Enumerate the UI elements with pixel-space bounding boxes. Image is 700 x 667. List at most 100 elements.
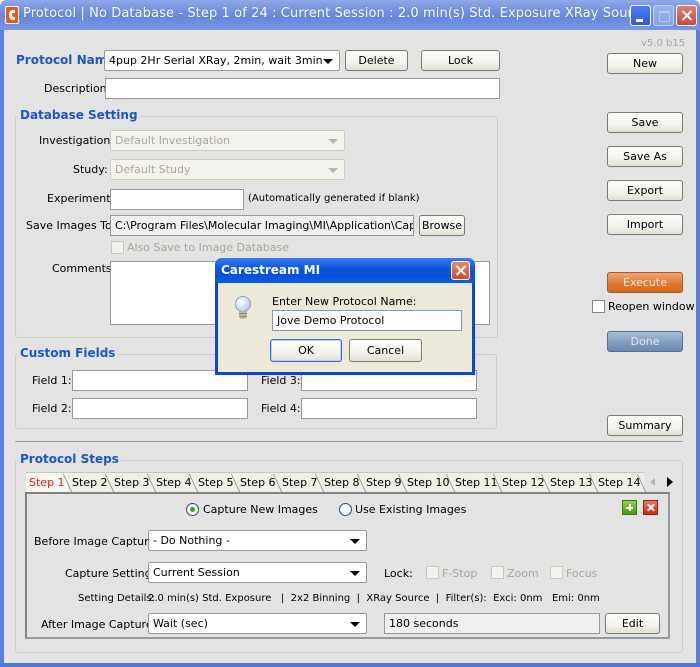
tab-step-1[interactable]: Step 1	[26, 472, 68, 492]
lock-zoom-label: Zoom	[507, 567, 539, 580]
dialog-title: Carestream MI	[221, 263, 321, 277]
add-step-icon[interactable]	[622, 500, 637, 515]
use-existing-label: Use Existing Images	[355, 503, 467, 516]
experiment-hint: (Automatically generated if blank)	[248, 193, 420, 204]
before-capture-value: - Do Nothing -	[153, 534, 230, 547]
remove-step-icon[interactable]	[643, 500, 658, 515]
database-setting-title: Database Setting	[18, 108, 140, 122]
execute-button[interactable]: Execute	[607, 272, 683, 293]
title-bar[interactable]: Protocol | No Database - Step 1 of 24 : …	[0, 0, 700, 30]
maximize-button[interactable]	[653, 5, 674, 26]
experiment-label: Experiment:	[47, 192, 115, 205]
save-as-button[interactable]: Save As	[607, 146, 683, 167]
new-button[interactable]: New	[607, 53, 683, 74]
use-existing-radio[interactable]	[339, 503, 352, 516]
also-save-label: Also Save to Image Database	[127, 241, 290, 254]
ok-label: OK	[298, 344, 314, 357]
window-border-bottom	[0, 663, 700, 667]
capture-setting-value: Current Session	[153, 566, 240, 579]
study-value: Default Study	[115, 163, 191, 176]
carestream-app-icon	[5, 6, 19, 24]
tab-scroll-right-icon[interactable]	[667, 477, 673, 487]
before-capture-label: Before Image Capture:	[34, 535, 159, 548]
new-label: New	[633, 57, 657, 70]
tab-scroll-left-icon[interactable]	[650, 478, 655, 486]
dialog-ok-button[interactable]: OK	[270, 339, 342, 362]
field-2-input[interactable]	[72, 398, 248, 419]
browse-button[interactable]: Browse	[419, 215, 465, 236]
import-label: Import	[626, 218, 664, 231]
dialog-body: Enter New Protocol Name: Jove Demo Proto…	[218, 283, 472, 372]
capture-new-radio[interactable]	[186, 503, 199, 516]
tab-step-14[interactable]: Step 14	[595, 472, 644, 492]
dialog-prompt: Enter New Protocol Name:	[272, 295, 417, 308]
also-save-checkbox[interactable]	[111, 241, 124, 254]
setting-details-value: 2.0 min(s) Std. Exposure | 2x2 Binning |…	[148, 593, 600, 604]
lock-fstop-checkbox[interactable]	[426, 566, 439, 579]
import-button[interactable]: Import	[607, 214, 683, 235]
edit-button[interactable]: Edit	[605, 613, 660, 634]
setting-details-label: Setting Details:	[78, 593, 156, 604]
dialog-title-bar[interactable]: Carestream MI	[215, 258, 475, 283]
lock-label: Lock	[447, 54, 474, 67]
bulb-glass	[235, 296, 251, 312]
save-as-label: Save As	[623, 150, 667, 163]
after-capture-dropdown[interactable]: Wait (sec)	[148, 613, 367, 634]
export-label: Export	[626, 184, 663, 197]
save-images-path[interactable]: C:\Program Files\Molecular Imaging\MI\Ap…	[110, 215, 414, 236]
lock-zoom-checkbox[interactable]	[491, 566, 504, 579]
study-dropdown[interactable]: Default Study	[110, 159, 345, 180]
after-capture-detail: 180 seconds	[384, 613, 600, 634]
description-label: Description:	[44, 82, 111, 95]
dialog-cancel-button[interactable]: Cancel	[349, 339, 422, 362]
save-button[interactable]: Save	[607, 112, 683, 133]
description-input[interactable]	[105, 78, 500, 99]
bulb-base	[239, 311, 247, 319]
window-title: Protocol | No Database - Step 1 of 24 : …	[23, 6, 649, 21]
lock-label: Lock:	[384, 567, 413, 580]
lock-fstop-label: F-Stop	[442, 567, 478, 580]
lightbulb-icon	[235, 296, 251, 324]
protocol-name-dropdown[interactable]: 4pup 2Hr Serial XRay, 2min, wait 3min	[104, 50, 340, 71]
after-capture-value: Wait (sec)	[153, 617, 208, 630]
summary-label: Summary	[618, 419, 672, 432]
cancel-label: Cancel	[366, 344, 405, 357]
tab-step-12[interactable]: Step 12	[499, 472, 548, 492]
lock-focus-checkbox[interactable]	[550, 566, 563, 579]
field-2-label: Field 2:	[32, 402, 72, 415]
delete-button[interactable]: Delete	[345, 50, 408, 71]
protocol-name-input[interactable]: Jove Demo Protocol	[272, 310, 462, 331]
tab-step-10[interactable]: Step 10	[404, 472, 453, 492]
reopen-window-checkbox[interactable]	[592, 300, 605, 313]
chevron-down-icon	[350, 571, 360, 576]
window-border-right	[696, 30, 700, 667]
investigation-label: Investigation:	[39, 134, 115, 147]
delete-label: Delete	[358, 54, 395, 67]
before-capture-dropdown[interactable]: - Do Nothing -	[148, 530, 367, 551]
capture-setting-label: Capture Setting:	[65, 567, 156, 580]
summary-button[interactable]: Summary	[607, 415, 683, 436]
version-label: v5.0 b15	[641, 38, 686, 49]
investigation-dropdown[interactable]: Default Investigation	[110, 130, 345, 151]
new-protocol-dialog: Carestream MI Enter New Protocol Name: J…	[215, 258, 475, 375]
experiment-input[interactable]	[110, 189, 244, 210]
dialog-close-button[interactable]	[451, 261, 470, 280]
save-label: Save	[631, 116, 659, 129]
save-images-label: Save Images To:	[26, 219, 116, 232]
chevron-down-icon	[323, 59, 333, 64]
tab-step-13[interactable]: Step 13	[547, 472, 596, 492]
lock-focus-label: Focus	[566, 567, 598, 580]
chevron-down-icon	[328, 168, 338, 173]
done-button[interactable]: Done	[607, 331, 683, 352]
minimize-button[interactable]	[630, 5, 651, 26]
lock-button[interactable]: Lock	[421, 50, 500, 71]
close-button[interactable]	[676, 5, 697, 26]
export-button[interactable]: Export	[607, 180, 683, 201]
capture-setting-dropdown[interactable]: Current Session	[148, 562, 367, 583]
chevron-down-icon	[350, 539, 360, 544]
protocol-name-value: 4pup 2Hr Serial XRay, 2min, wait 3min	[109, 54, 323, 67]
edit-label: Edit	[621, 617, 644, 630]
plus-icon-v	[629, 504, 631, 511]
field-1-label: Field 1:	[32, 374, 72, 387]
field-4-input[interactable]	[301, 398, 477, 419]
